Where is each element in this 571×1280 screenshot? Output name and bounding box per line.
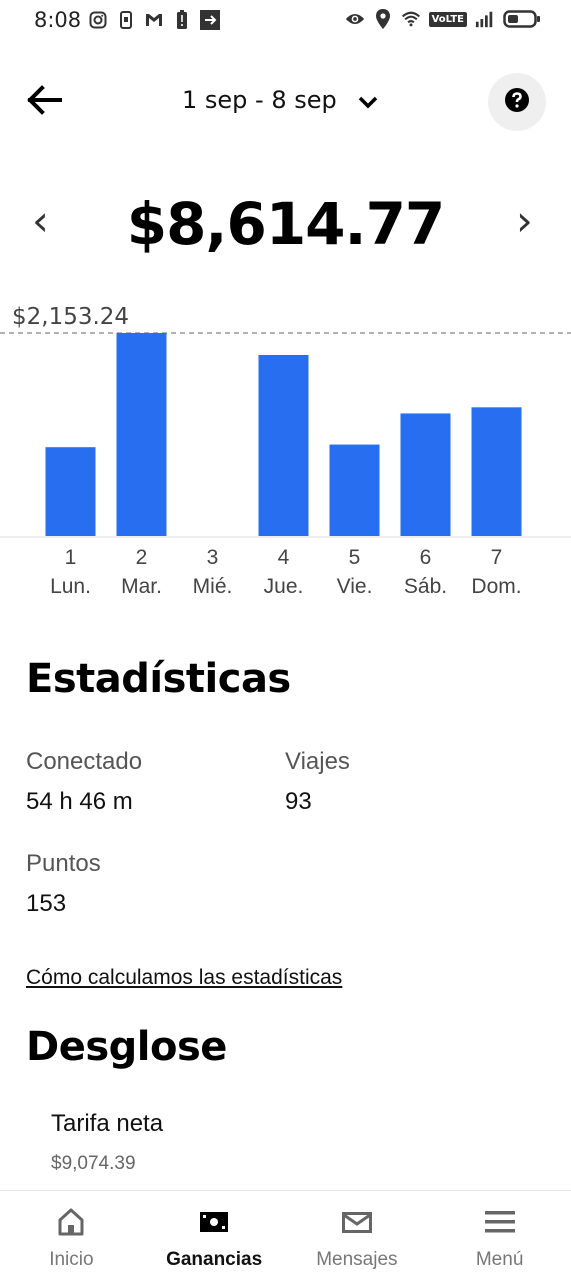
nav-home-label: Inicio <box>49 1249 94 1270</box>
battery-alert-icon <box>172 10 192 30</box>
chart-max-label: $2,153.24 <box>12 304 129 330</box>
chevron-down-icon[interactable] <box>356 90 380 114</box>
chart-bar <box>258 354 309 536</box>
stats-info-link[interactable]: Cómo calculamos las estadísticas <box>26 966 342 990</box>
status-bar: 8:08 VoLTE <box>0 0 571 42</box>
gmail-icon <box>144 10 164 30</box>
chart-tick-day-name: Lun. <box>50 575 91 598</box>
chart-tick-day-name: Vie. <box>337 575 373 598</box>
eye-icon <box>345 9 365 29</box>
volte-icon: VoLTE <box>428 11 467 27</box>
nav-menu[interactable]: Menú <box>428 1191 571 1280</box>
next-week-button[interactable]: › <box>516 196 533 245</box>
chart-tick-day-number: 6 <box>420 546 432 569</box>
net-fare-label[interactable]: Tarifa neta <box>51 1110 163 1138</box>
phone-icon <box>116 10 136 30</box>
nav-earnings[interactable]: Ganancias <box>143 1191 286 1280</box>
header: 1 sep - 8 sep <box>0 70 571 134</box>
status-time: 8:08 <box>34 8 82 32</box>
chart-tick-day-name: Mié. <box>193 575 233 598</box>
earnings-chart: $2,153.24 1 Lun. 2 Mar. 3 Mié. 4 Jue. 5 Vie. 6 Sáb. 7… <box>0 298 571 608</box>
location-icon <box>373 9 393 29</box>
nav-menu-label: Menú <box>475 1249 524 1270</box>
status-left-icons <box>88 10 220 30</box>
total-earnings: $8,614.77 <box>126 190 446 258</box>
instagram-icon <box>88 10 108 30</box>
wifi-icon <box>401 9 421 29</box>
nav-home[interactable]: Inicio <box>0 1191 143 1280</box>
cast-icon <box>200 10 220 30</box>
back-button[interactable] <box>22 82 66 122</box>
home-icon <box>56 1207 86 1237</box>
help-icon <box>504 87 530 118</box>
online-value: 54 h 46 m <box>26 788 133 815</box>
battery-icon <box>503 9 541 29</box>
chart-tick-day-name: Mar. <box>121 575 162 598</box>
chart-tick-day-number: 1 <box>65 546 77 569</box>
earnings-icon <box>199 1207 229 1237</box>
chart-tick-day-number: 2 <box>136 546 148 569</box>
chart-bar <box>400 413 451 536</box>
bottom-nav: Inicio Ganancias Mensajes Menú <box>0 1190 571 1280</box>
status-right-icons: VoLTE <box>345 9 541 29</box>
breakdown-title: Desglose <box>26 1024 227 1070</box>
chart-tick-day-name: Dom. <box>471 575 521 598</box>
chart-bar <box>471 407 522 536</box>
earnings-chart-svg: $2,153.24 1 Lun. 2 Mar. 3 Mié. 4 Jue. 5 Vie. 6 Sáb. 7… <box>0 304 571 598</box>
nav-messages[interactable]: Mensajes <box>286 1191 429 1280</box>
points-label: Puntos <box>26 850 101 877</box>
arrow-left-icon <box>26 84 62 120</box>
nav-messages-label: Mensajes <box>316 1249 398 1270</box>
mail-icon <box>341 1207 372 1237</box>
chart-bar <box>329 444 380 536</box>
net-fare-value: $9,074.39 <box>51 1153 136 1174</box>
date-range-selector[interactable]: 1 sep - 8 sep <box>182 86 337 114</box>
chart-tick-day-name: Jue. <box>264 575 304 598</box>
menu-icon <box>484 1207 515 1237</box>
chart-bar <box>116 333 167 536</box>
chart-tick-day-name: Sáb. <box>404 575 447 598</box>
chart-tick-day-number: 3 <box>207 546 219 569</box>
online-label: Conectado <box>26 748 143 775</box>
nav-earnings-label: Ganancias <box>166 1249 263 1270</box>
chart-tick-day-number: 7 <box>491 546 503 569</box>
stats-title: Estadísticas <box>26 656 291 702</box>
chart-bar <box>45 447 96 536</box>
points-value: 153 <box>26 890 67 917</box>
help-button[interactable] <box>488 73 546 131</box>
signal-icon <box>475 9 495 29</box>
trips-value: 93 <box>285 788 312 815</box>
earnings-summary: ‹ $8,614.77 › <box>0 188 571 258</box>
chart-tick-day-number: 5 <box>349 546 361 569</box>
chart-tick-day-number: 4 <box>278 546 290 569</box>
trips-label: Viajes <box>285 748 350 775</box>
